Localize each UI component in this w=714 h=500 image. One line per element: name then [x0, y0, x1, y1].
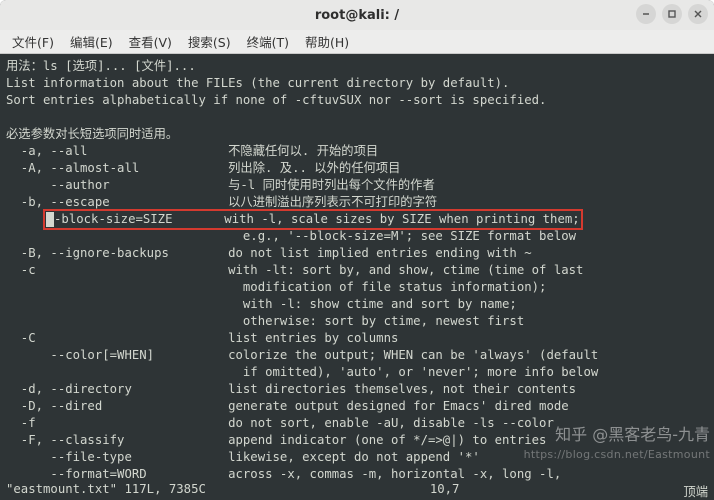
status-file: "eastmount.txt" 117L, 7385C: [6, 482, 206, 498]
menu-edit[interactable]: 编辑(E): [64, 30, 119, 53]
option-line: --author 与-l 同时使用时列出每个文件的作者: [6, 177, 708, 194]
menu-file[interactable]: 文件(F): [6, 30, 60, 53]
option-line: -F, --classify append indicator (one of …: [6, 432, 708, 449]
option-line: with -l: show ctime and sort by name;: [6, 296, 708, 313]
option-line: --format=WORD across -x, commas -m, hori…: [6, 466, 708, 482]
vim-statusbar: "eastmount.txt" 117L, 7385C 10,7 顶端: [0, 482, 714, 500]
status-right: 顶端: [683, 482, 708, 498]
man-usage: 用法：ls [选项]... [文件]...: [6, 58, 708, 75]
option-line: -a, --all 不隐藏任何以. 开始的项目: [6, 143, 708, 160]
search-highlight: -block-size=SIZE with -l, scale sizes by…: [43, 209, 583, 230]
options-list: -a, --all 不隐藏任何以. 开始的项目 -A, --almost-all…: [6, 143, 708, 482]
man-mandatory: 必选参数对长短选项同时适用。: [6, 126, 708, 143]
option-line: --color[=WHEN] colorize the output; WHEN…: [6, 347, 708, 364]
option-line: e.g., '--block-size=M'; see SIZE format …: [6, 228, 708, 245]
window-title: root@kali: /: [315, 8, 399, 23]
man-desc: Sort entries alphabetically if none of -…: [6, 92, 708, 109]
option-line: -D, --dired generate output designed for…: [6, 398, 708, 415]
menu-help[interactable]: 帮助(H): [299, 30, 355, 53]
maximize-button[interactable]: [662, 4, 682, 24]
menubar: 文件(F) 编辑(E) 查看(V) 搜索(S) 终端(T) 帮助(H): [0, 30, 714, 54]
window-controls: [636, 4, 708, 24]
option-line: otherwise: sort by ctime, newest first: [6, 313, 708, 330]
man-desc: List information about the FILEs (the cu…: [6, 75, 708, 92]
titlebar: root@kali: /: [0, 0, 714, 30]
option-line: -f do not sort, enable -aU, disable -ls …: [6, 415, 708, 432]
option-line: -C list entries by columns: [6, 330, 708, 347]
status-pos: 10,7: [430, 482, 460, 498]
option-line: -d, --directory list directories themsel…: [6, 381, 708, 398]
option-line: -B, --ignore-backups do not list implied…: [6, 245, 708, 262]
option-line: -c with -lt: sort by, and show, ctime (t…: [6, 262, 708, 279]
option-line: if omitted), 'auto', or 'never'; more in…: [6, 364, 708, 381]
option-line: -A, --almost-all 列出除. 及.. 以外的任何项目: [6, 160, 708, 177]
menu-search[interactable]: 搜索(S): [182, 30, 237, 53]
close-button[interactable]: [688, 4, 708, 24]
menu-terminal[interactable]: 终端(T): [241, 30, 295, 53]
menu-view[interactable]: 查看(V): [123, 30, 178, 53]
option-line: -block-size=SIZE with -l, scale sizes by…: [6, 211, 708, 228]
option-line: modification of file status information)…: [6, 279, 708, 296]
option-line: --file-type likewise, except do not appe…: [6, 449, 708, 466]
cursor: [46, 212, 54, 227]
terminal[interactable]: 用法：ls [选项]... [文件]...List information ab…: [0, 54, 714, 482]
minimize-button[interactable]: [636, 4, 656, 24]
